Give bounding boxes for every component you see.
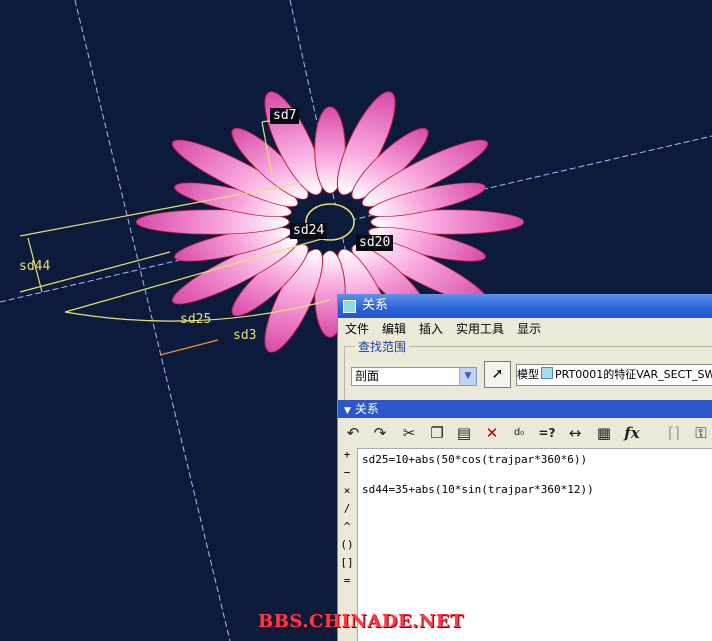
menu-display[interactable]: 显示 [510, 318, 547, 340]
function-icon[interactable]: fx [621, 422, 643, 444]
model-label: 模型 [517, 368, 539, 381]
relation-line-2[interactable]: sd44=35+abs(10*sin(trajpar*360*12)) [362, 483, 594, 496]
model-path-field: 模型 PRT0001的特征VAR_SECT_SWEEP [516, 364, 712, 386]
menu-file[interactable]: 文件 [338, 318, 375, 340]
op-plus[interactable]: + [338, 448, 356, 461]
dimension-icon[interactable]: ↔ [564, 422, 586, 444]
select-pointer-button[interactable]: ➚ [484, 361, 511, 388]
brackets-icon[interactable]: ⌈⌉ [663, 422, 685, 444]
relations-section-title: 关系 [354, 402, 379, 416]
dim-label-sd7[interactable]: sd7 [270, 108, 300, 124]
op-multiply[interactable]: × [338, 484, 356, 497]
op-power[interactable]: ^ [338, 520, 356, 533]
dialog-title: 关系 [362, 298, 389, 313]
delete-icon[interactable]: ✕ [481, 422, 503, 444]
dim-label-sd3[interactable]: sd3 [230, 328, 259, 344]
dialog-icon [343, 300, 356, 313]
collapse-triangle-icon[interactable]: ▼ [344, 402, 351, 420]
relations-toolbar: ↶ ↷ ✂ ❐ ▤ ✕ d₀ =? ↔ ▦ fx ⌈⌉ ⚿ [338, 420, 712, 446]
verify-icon[interactable]: ▦ [593, 422, 615, 444]
op-divide[interactable]: / [338, 502, 356, 515]
model-path-value: PRT0001的特征VAR_SECT_SWEEP [555, 368, 712, 381]
copy-icon[interactable]: ❐ [426, 422, 448, 444]
scope-dropdown-value: 剖面 [355, 369, 380, 383]
undo-icon[interactable]: ↶ [342, 422, 364, 444]
op-parentheses[interactable]: () [338, 538, 356, 551]
scope-dropdown[interactable]: 剖面 ▼ [351, 367, 477, 386]
dim-label-sd24[interactable]: sd24 [290, 223, 328, 239]
dim-label-sd44[interactable]: sd44 [16, 259, 53, 275]
paste-icon[interactable]: ▤ [453, 422, 475, 444]
evaluate-icon[interactable]: =? [536, 422, 558, 444]
menu-insert[interactable]: 插入 [412, 318, 449, 340]
watermark-text: BBS.CHINADE.NET [258, 611, 464, 632]
switch-dims-icon[interactable]: d₀ [508, 422, 530, 444]
dim-label-sd25[interactable]: sd25 [177, 312, 214, 328]
op-minus[interactable]: − [338, 466, 356, 479]
menu-edit[interactable]: 编辑 [375, 318, 412, 340]
lock-icon[interactable]: ⚿ [690, 422, 712, 444]
part-icon [541, 367, 553, 379]
relations-section-header[interactable]: ▼ 关系 [338, 400, 712, 418]
dialog-titlebar[interactable]: 关系 [338, 294, 712, 318]
chevron-down-icon[interactable]: ▼ [459, 368, 476, 385]
op-brackets[interactable]: [] [338, 556, 356, 569]
relations-dialog: 关系 文件 编辑 插入 实用工具 显示 查找范围 剖面 ▼ ➚ 模型 PRT0001的特征… [337, 294, 712, 641]
dim-label-sd20[interactable]: sd20 [356, 235, 394, 251]
lookup-scope-legend: 查找范围 [355, 338, 410, 355]
menu-bar: 文件 编辑 插入 实用工具 显示 [338, 318, 712, 340]
redo-icon[interactable]: ↷ [369, 422, 391, 444]
menu-utilities[interactable]: 实用工具 [449, 318, 510, 340]
cut-icon[interactable]: ✂ [398, 422, 420, 444]
lookup-scope-group: 查找范围 剖面 ▼ ➚ 模型 PRT0001的特征VAR_SECT_SWEEP [344, 338, 712, 402]
relation-line-1[interactable]: sd25=10+abs(50*cos(trajpar*360*6)) [362, 453, 587, 466]
cursor-arrow-icon: ➚ [491, 366, 504, 382]
op-equals[interactable]: = [338, 574, 356, 587]
